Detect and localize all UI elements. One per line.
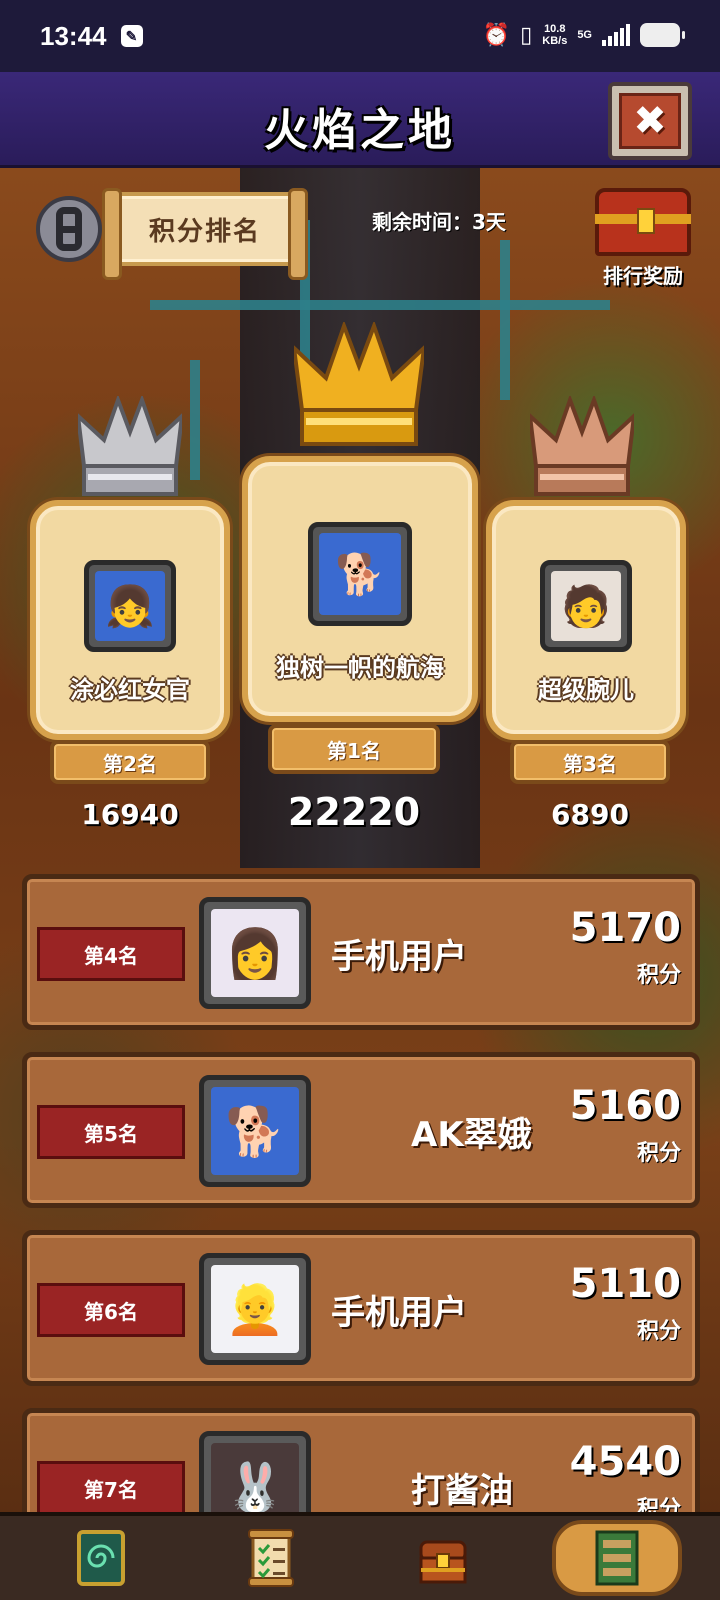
nav-spiral-card[interactable] bbox=[36, 1516, 166, 1600]
avatar: 👩 bbox=[199, 897, 311, 1009]
player-name: 独树一帜的航海 bbox=[276, 654, 444, 682]
rank-label-2nd: 第2名 bbox=[50, 740, 210, 784]
player-name: 涂必红女官 bbox=[70, 676, 190, 704]
rank-label-3rd: 第3名 bbox=[510, 740, 670, 784]
gold-crown-icon bbox=[294, 322, 424, 450]
network-type-label: 5G bbox=[577, 29, 592, 41]
rank-tag: 第4名 bbox=[37, 927, 185, 981]
header-bar: 火焰之地 ✖ bbox=[0, 72, 720, 168]
player-score: 16940 bbox=[81, 798, 179, 831]
ranking-row[interactable]: 第6名 👱 手机用户 5110 积分 bbox=[22, 1230, 700, 1386]
ranking-row[interactable]: 第5名 🐕 AK翠娥 5160 积分 bbox=[22, 1052, 700, 1208]
score-ranking-tab[interactable]: 积分排名 bbox=[102, 188, 308, 280]
player-score: 6890 bbox=[551, 798, 629, 831]
rank-tag: 第6名 bbox=[37, 1283, 185, 1337]
ranking-board-icon bbox=[595, 1530, 639, 1586]
status-bar: 13:44 ✎ ⏰ ▯ 10.8 KB/s 5G bbox=[0, 0, 720, 72]
status-time: 13:44 bbox=[40, 20, 107, 51]
man-avatar: 🧑 bbox=[551, 571, 621, 641]
notification-icon: ✎ bbox=[120, 25, 143, 47]
close-button[interactable]: ✖ bbox=[608, 82, 692, 160]
close-icon: ✖ bbox=[619, 93, 681, 149]
vein-decoration bbox=[150, 300, 610, 310]
silver-crown-icon bbox=[78, 396, 182, 498]
avatar: 🧑 bbox=[540, 560, 632, 652]
alarm-icon: ⏰ bbox=[482, 22, 511, 47]
player-score: 5110 bbox=[569, 1261, 681, 1307]
nav-ranking-board[interactable] bbox=[552, 1520, 682, 1596]
anime-girl-avatar: 👱 bbox=[211, 1265, 299, 1353]
anime-girl-avatar: 👩 bbox=[211, 909, 299, 997]
player-name: 手机用户 bbox=[331, 1293, 467, 1333]
avatar: 🐕 bbox=[199, 1075, 311, 1187]
ranking-reward-button[interactable]: 排行奖励 bbox=[588, 188, 698, 289]
player-score: 22220 bbox=[287, 790, 421, 834]
bottom-nav bbox=[0, 1512, 720, 1600]
player-score: 5170 bbox=[569, 905, 681, 951]
network-type: 5G bbox=[577, 29, 592, 41]
bronze-crown-icon bbox=[530, 396, 634, 498]
vein-decoration bbox=[190, 360, 200, 480]
podium-card-2nd[interactable]: 👧 涂必红女官 bbox=[30, 500, 230, 740]
status-icons: ⏰ ▯ 10.8 KB/s 5G bbox=[482, 22, 685, 48]
avatar: 🐕 bbox=[308, 522, 412, 626]
player-score: 5160 bbox=[569, 1083, 681, 1129]
player-name: AK翠娥 bbox=[411, 1115, 532, 1155]
player-name: 超级腕儿 bbox=[538, 676, 634, 704]
shiba-dog-avatar: 🐕 bbox=[319, 533, 401, 615]
battery-icon bbox=[640, 23, 685, 47]
remaining-time: 剩余时间：3天 bbox=[372, 210, 506, 234]
treasure-chest-icon bbox=[595, 188, 691, 256]
podium-card-3rd[interactable]: 🧑 超级腕儿 bbox=[486, 500, 686, 740]
anime-girl-avatar: 👧 bbox=[95, 571, 165, 641]
shiba-dog-avatar: 🐕 bbox=[211, 1087, 299, 1175]
treasure-chest-icon bbox=[419, 1540, 467, 1584]
rank-label-1st: 第1名 bbox=[268, 724, 440, 774]
avatar: 👧 bbox=[84, 560, 176, 652]
network-speed-value: 10.8 bbox=[544, 23, 566, 35]
avatar: 👱 bbox=[199, 1253, 311, 1365]
nav-quest-scroll[interactable] bbox=[206, 1516, 336, 1600]
podium-card-1st[interactable]: 🐕 独树一帜的航海 bbox=[242, 456, 478, 722]
ranking-reward-label: 排行奖励 bbox=[603, 264, 683, 288]
signal-icon bbox=[602, 24, 630, 46]
score-unit: 积分 bbox=[636, 1319, 681, 1344]
quest-scroll-icon bbox=[248, 1529, 294, 1587]
spiral-card-icon bbox=[77, 1530, 125, 1586]
score-unit: 积分 bbox=[636, 963, 681, 988]
player-score: 4540 bbox=[569, 1439, 681, 1485]
rank-badge-icon[interactable] bbox=[36, 196, 102, 262]
score-unit: 积分 bbox=[636, 1141, 681, 1166]
nav-treasure-chest[interactable] bbox=[378, 1516, 508, 1600]
player-name: 打酱油 bbox=[411, 1471, 513, 1511]
player-name: 手机用户 bbox=[331, 937, 467, 977]
network-speed-unit: KB/s bbox=[542, 35, 568, 47]
ranking-row[interactable]: 第4名 👩 手机用户 5170 积分 bbox=[22, 874, 700, 1030]
vein-decoration bbox=[500, 240, 510, 400]
vibrate-icon: ▯ bbox=[520, 22, 533, 47]
rank-tag: 第5名 bbox=[37, 1105, 185, 1159]
network-speed: 10.8 KB/s bbox=[542, 23, 567, 47]
rank-tag: 第7名 bbox=[37, 1461, 185, 1515]
